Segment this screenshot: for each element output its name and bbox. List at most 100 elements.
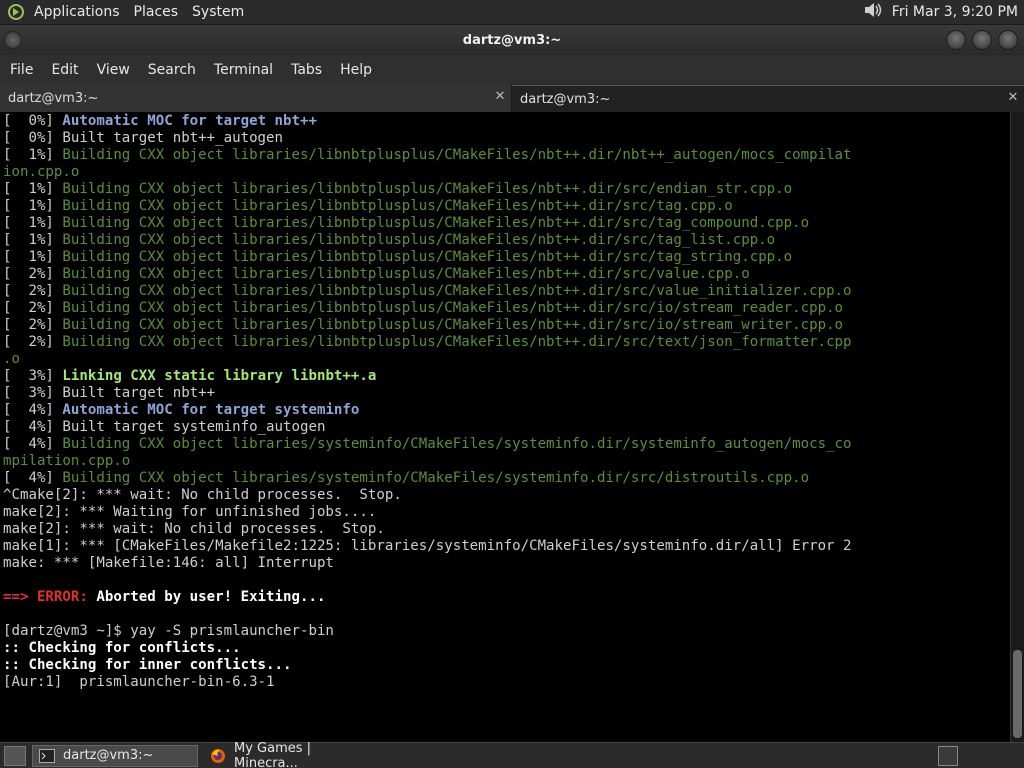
terminal-text: Linking CXX static library libnbt++.a	[62, 368, 377, 384]
menu-view[interactable]: View	[91, 62, 136, 78]
terminal-text: [ 4%] Built target systeminfo_autogen	[3, 419, 326, 435]
terminal-text: [ 1%]	[3, 181, 63, 197]
terminal-line: [ 1%] Building CXX object libraries/libn…	[3, 215, 1010, 232]
scrollbar-thumb[interactable]	[1013, 650, 1022, 738]
window-title: dartz@vm3:~	[462, 32, 562, 48]
terminal-text: Building CXX object libraries/libnbtplus…	[62, 215, 810, 231]
terminal-scrollbar[interactable]	[1010, 112, 1024, 742]
workspace-switcher[interactable]	[938, 745, 958, 766]
applications-menu[interactable]: Applications	[34, 4, 120, 20]
firefox-icon	[210, 748, 226, 763]
bottom-panel: dartz@vm3:~ My Games | Minecra...	[0, 741, 1024, 768]
terminal-text: [ 4%]	[3, 470, 63, 486]
terminal-line: [Aur:1] prismlauncher-bin-6.3-1	[3, 674, 1010, 691]
terminal-line: [ 2%] Building CXX object libraries/libn…	[3, 283, 1010, 300]
terminal-text: Building CXX object libraries/libnbtplus…	[62, 300, 844, 316]
terminal-line: make: *** [Makefile:146: all] Interrupt	[3, 555, 1010, 572]
terminal-text: Building CXX object libraries/libnbtplus…	[62, 232, 776, 248]
menu-terminal[interactable]: Terminal	[208, 62, 279, 78]
terminal-line: [ 2%] Building CXX object libraries/libn…	[3, 266, 1010, 283]
terminal-line: [ 1%] Building CXX object libraries/libn…	[3, 198, 1010, 215]
close-icon[interactable]: ✕	[1006, 91, 1020, 105]
terminal-line: [ 4%] Building CXX object libraries/syst…	[3, 436, 1010, 453]
terminal-line: [ 1%] Building CXX object libraries/libn…	[3, 181, 1010, 198]
terminal-line: make[2]: *** Waiting for unfinished jobs…	[3, 504, 1010, 521]
terminal-line: [ 4%] Automatic MOC for target systeminf…	[3, 402, 1010, 419]
maximize-button[interactable]	[972, 30, 992, 50]
taskbar-item-firefox[interactable]: My Games | Minecra...	[204, 741, 374, 768]
terminal-text: Building CXX object libraries/libnbtplus…	[62, 198, 733, 214]
menu-search[interactable]: Search	[142, 62, 202, 78]
terminal-text: [Aur:1] prismlauncher-bin-6.3-1	[3, 674, 275, 690]
terminal-text: Aborted by user! Exiting...	[96, 589, 326, 605]
terminal-text: Building CXX object libraries/libnbtplus…	[62, 283, 852, 299]
terminal-text: ^Cmake[2]: *** wait: No child processes.…	[3, 487, 402, 503]
terminal-text: Building CXX object libraries/libnbtplus…	[62, 181, 793, 197]
speaker-icon[interactable]	[862, 1, 884, 23]
terminal-line: [ 4%] Built target systeminfo_autogen	[3, 419, 1010, 436]
terminal-line: make[2]: *** wait: No child processes. S…	[3, 521, 1010, 538]
terminal-text: [ 2%]	[3, 300, 63, 316]
terminal-line: .o	[3, 351, 1010, 368]
terminal-text: [ 1%]	[3, 232, 63, 248]
minimize-button[interactable]	[946, 30, 966, 50]
tab-1[interactable]: dartz@vm3:~ ✕	[0, 85, 512, 112]
places-menu[interactable]: Places	[134, 4, 179, 20]
terminal-line: [ 1%] Building CXX object libraries/libn…	[3, 249, 1010, 266]
distro-logo-icon[interactable]	[6, 2, 26, 22]
terminal-text: Automatic MOC for target systeminfo	[62, 402, 360, 418]
menu-help[interactable]: Help	[334, 62, 378, 78]
menu-file[interactable]: File	[4, 62, 39, 78]
terminal-line: ^Cmake[2]: *** wait: No child processes.…	[3, 487, 1010, 504]
show-desktop-button[interactable]	[4, 745, 26, 766]
terminal-line: [ 1%] Building CXX object libraries/libn…	[3, 147, 1010, 164]
terminal-line: mpilation.cpp.o	[3, 453, 1010, 470]
terminal-line: make[1]: *** [CMakeFiles/Makefile2:1225:…	[3, 538, 1010, 555]
taskbar-item-label: dartz@vm3:~	[63, 748, 154, 763]
terminal-text: :: Checking for inner conflicts...	[3, 657, 292, 673]
terminal-text: make[1]: *** [CMakeFiles/Makefile2:1225:…	[3, 538, 852, 554]
terminal-text: [ 4%]	[3, 402, 63, 418]
terminal-text: [ 3%] Built target nbt++	[3, 385, 216, 401]
window-titlebar[interactable]: dartz@vm3:~	[0, 25, 1024, 55]
terminal-text: [ 1%]	[3, 215, 63, 231]
terminal-line: [ 1%] Building CXX object libraries/libn…	[3, 232, 1010, 249]
terminal-text: make: *** [Makefile:146: all] Interrupt	[3, 555, 334, 571]
tab-bar: dartz@vm3:~ ✕ dartz@vm3:~ ✕	[0, 85, 1024, 112]
clock[interactable]: Fri Mar 3, 9:20 PM	[892, 4, 1018, 20]
terminal-text: [ 1%]	[3, 147, 63, 163]
terminal-text: [ 0%]	[3, 113, 63, 129]
window-menu-icon[interactable]	[4, 31, 22, 49]
terminal-icon	[39, 748, 55, 763]
terminal-text: Building CXX object libraries/libnbtplus…	[62, 249, 793, 265]
terminal-text: [ 4%]	[3, 436, 63, 452]
taskbar-item-terminal[interactable]: dartz@vm3:~	[32, 744, 198, 767]
top-panel: Applications Places System Fri Mar 3, 9:…	[0, 0, 1024, 25]
close-button[interactable]	[998, 30, 1018, 50]
terminal-text: Building CXX object libraries/systeminfo…	[62, 436, 852, 452]
terminal-text: Building CXX object libraries/libnbtplus…	[62, 266, 750, 282]
terminal-line: [ 2%] Building CXX object libraries/libn…	[3, 334, 1010, 351]
terminal-text: Building CXX object libraries/libnbtplus…	[62, 317, 844, 333]
terminal-line: [ 3%] Built target nbt++	[3, 385, 1010, 402]
terminal-text: mpilation.cpp.o	[3, 453, 131, 469]
terminal-output[interactable]: [ 0%] Automatic MOC for target nbt++[ 0%…	[0, 112, 1010, 742]
terminal-text: [ 0%] Built target nbt++_autogen	[3, 130, 284, 146]
terminal-line: :: Checking for conflicts...	[3, 640, 1010, 657]
menu-tabs[interactable]: Tabs	[285, 62, 328, 78]
terminal-text: make[2]: *** wait: No child processes. S…	[3, 521, 385, 537]
terminal-text: Automatic MOC for target nbt++	[62, 113, 317, 129]
terminal-line: [ 4%] Building CXX object libraries/syst…	[3, 470, 1010, 487]
tab-2[interactable]: dartz@vm3:~ ✕	[512, 85, 1024, 112]
terminal-text: ion.cpp.o	[3, 164, 80, 180]
menu-edit[interactable]: Edit	[45, 62, 84, 78]
terminal-line: [ 0%] Built target nbt++_autogen	[3, 130, 1010, 147]
terminal-text: Building CXX object libraries/libnbtplus…	[62, 147, 852, 163]
menubar: File Edit View Search Terminal Tabs Help	[0, 55, 1024, 85]
system-menu[interactable]: System	[192, 4, 244, 20]
terminal-text: :: Checking for conflicts...	[3, 640, 241, 656]
terminal-text: [ 1%]	[3, 198, 63, 214]
close-icon[interactable]: ✕	[493, 90, 507, 104]
tab-label: dartz@vm3:~	[520, 91, 611, 107]
